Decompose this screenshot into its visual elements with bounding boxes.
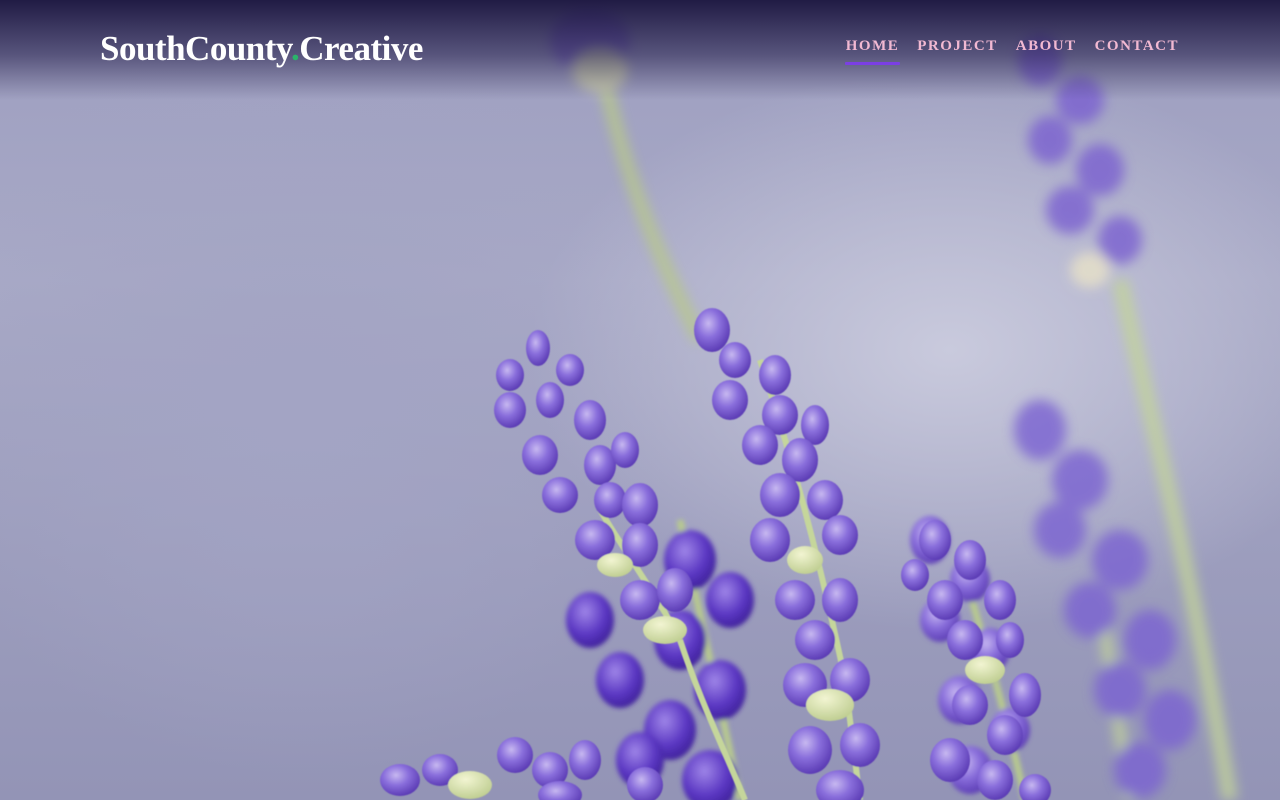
lavender-hero-image xyxy=(380,8,1238,800)
logo-text-part2: Creative xyxy=(299,29,423,68)
site-logo[interactable]: SouthCounty.Creative xyxy=(100,28,423,70)
site-header: SouthCounty.Creative HOME PROJECT ABOUT … xyxy=(0,0,1280,100)
logo-dot: . xyxy=(290,29,300,68)
nav-home[interactable]: HOME xyxy=(844,36,901,65)
page: SouthCounty.Creative HOME PROJECT ABOUT … xyxy=(0,0,1280,800)
nav-project[interactable]: PROJECT xyxy=(916,36,999,65)
logo-text-part1: SouthCounty xyxy=(100,29,291,68)
nav-contact[interactable]: CONTACT xyxy=(1094,36,1180,65)
nav-about[interactable]: ABOUT xyxy=(1015,36,1078,65)
main-nav: HOME PROJECT ABOUT CONTACT xyxy=(844,36,1180,65)
